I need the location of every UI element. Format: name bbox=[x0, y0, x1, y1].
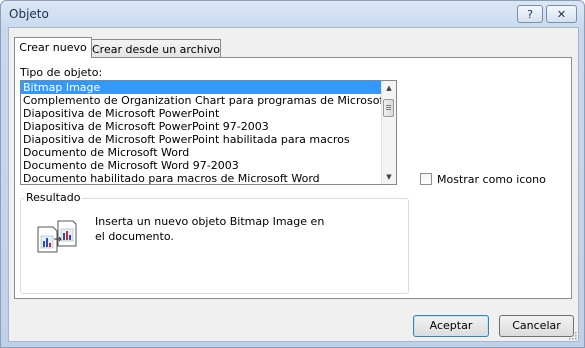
list-item[interactable]: Documento habilitado para macros de Micr… bbox=[21, 172, 386, 184]
list-item[interactable]: Diapositiva de Microsoft PowerPoint bbox=[21, 107, 386, 120]
close-button[interactable]: ✕ bbox=[546, 5, 577, 23]
object-document-icon bbox=[37, 220, 77, 253]
object-type-list[interactable]: Bitmap Image Complemento de Organization… bbox=[20, 80, 397, 185]
window-title: Objeto bbox=[9, 7, 49, 21]
list-item[interactable]: Complemento de Organization Chart para p… bbox=[21, 94, 396, 107]
dialog-client-area: Crear nuevo Crear desde un archivo Tipo … bbox=[8, 27, 579, 342]
title-bar[interactable]: Objeto ? ✕ bbox=[1, 1, 584, 27]
tab-crear-desde-archivo[interactable]: Crear desde un archivo bbox=[91, 39, 221, 58]
display-as-icon-checkbox[interactable] bbox=[420, 173, 432, 185]
scroll-up-arrow-icon[interactable]: ▲ bbox=[384, 83, 394, 93]
result-description: Inserta un nuevo objeto Bitmap Image en … bbox=[95, 215, 325, 243]
display-as-icon-label[interactable]: Mostrar como icono bbox=[437, 173, 546, 186]
object-type-label: Tipo de objeto: bbox=[20, 66, 103, 79]
result-group-title: Resultado bbox=[24, 191, 83, 204]
list-item[interactable]: Documento de Microsoft Word bbox=[21, 146, 386, 159]
dialog-window: Objeto ? ✕ Crear nuevo Crear desde un ar… bbox=[0, 0, 585, 348]
tab-crear-nuevo[interactable]: Crear nuevo bbox=[14, 37, 92, 58]
list-item[interactable]: Bitmap Image bbox=[21, 81, 386, 94]
list-item[interactable]: Diapositiva de Microsoft PowerPoint 97-2… bbox=[21, 120, 386, 133]
help-button[interactable]: ? bbox=[517, 5, 543, 23]
scrollbar-thumb[interactable] bbox=[383, 99, 394, 117]
accept-button[interactable]: Aceptar bbox=[413, 315, 489, 337]
list-item[interactable]: Documento de Microsoft Word 97-2003 bbox=[21, 159, 386, 172]
list-item[interactable]: Diapositiva de Microsoft PowerPoint habi… bbox=[21, 133, 386, 146]
cancel-button[interactable]: Cancelar bbox=[499, 315, 574, 337]
vertical-scrollbar[interactable]: ▲ ▼ bbox=[381, 81, 396, 184]
resize-grip-icon[interactable] bbox=[567, 330, 577, 340]
scroll-down-arrow-icon[interactable]: ▼ bbox=[384, 172, 394, 182]
result-group: Resultado Inserta un nuevo objeto Bitmap… bbox=[20, 191, 409, 294]
tab-panel: Tipo de objeto: Bitmap Image Complemento… bbox=[14, 57, 572, 299]
